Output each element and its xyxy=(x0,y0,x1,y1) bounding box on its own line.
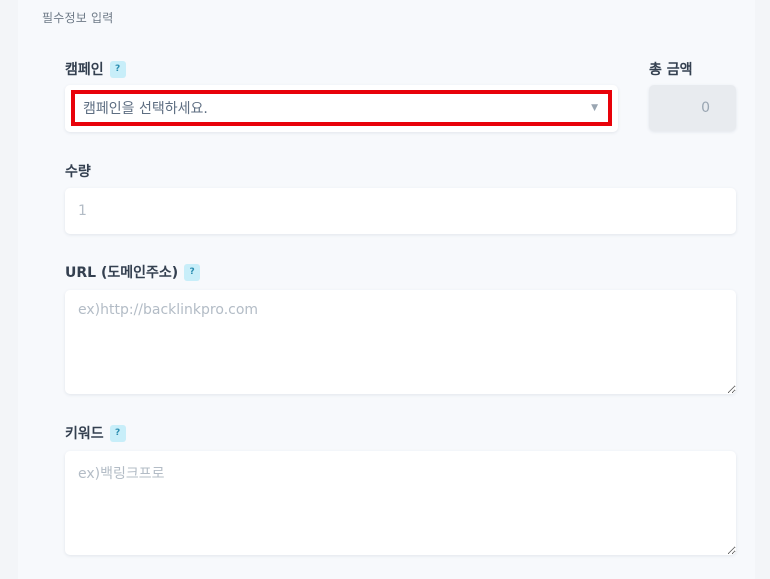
keyword-label-row: 키워드 ? xyxy=(65,423,126,443)
total-amount-field: 0 xyxy=(649,85,736,131)
quantity-label-row: 수량 xyxy=(65,161,91,181)
section-title: 필수정보 입력 xyxy=(42,11,114,25)
campaign-help-icon[interactable]: ? xyxy=(109,60,126,78)
url-label-row: URL (도메인주소) ? xyxy=(65,262,201,282)
keyword-textarea[interactable] xyxy=(65,451,736,555)
campaign-label-row: 캠페인 ? xyxy=(65,59,126,79)
total-amount-value: 0 xyxy=(701,100,710,116)
chevron-down-icon: ▼ xyxy=(591,103,598,113)
keyword-label: 키워드 xyxy=(65,426,104,442)
quantity-input[interactable] xyxy=(65,188,736,234)
url-label: URL (도메인주소) xyxy=(65,265,179,281)
campaign-selected-value: 캠페인을 선택하세요. xyxy=(83,101,208,117)
campaign-select[interactable]: 캠페인을 선택하세요. ▼ xyxy=(65,85,618,132)
url-help-icon[interactable]: ? xyxy=(184,263,201,281)
keyword-help-icon[interactable]: ? xyxy=(109,424,126,442)
form-panel: 필수정보 입력 캠페인 ? 캠페인을 선택하세요. ▼ 총 금액 0 수량 UR… xyxy=(18,0,755,579)
total-label: 총 금액 xyxy=(649,62,693,78)
campaign-label: 캠페인 xyxy=(65,62,104,78)
quantity-label: 수량 xyxy=(65,164,91,180)
total-label-row: 총 금액 xyxy=(649,59,693,79)
campaign-select-box[interactable]: 캠페인을 선택하세요. ▼ xyxy=(71,90,612,126)
url-textarea[interactable] xyxy=(65,290,736,394)
